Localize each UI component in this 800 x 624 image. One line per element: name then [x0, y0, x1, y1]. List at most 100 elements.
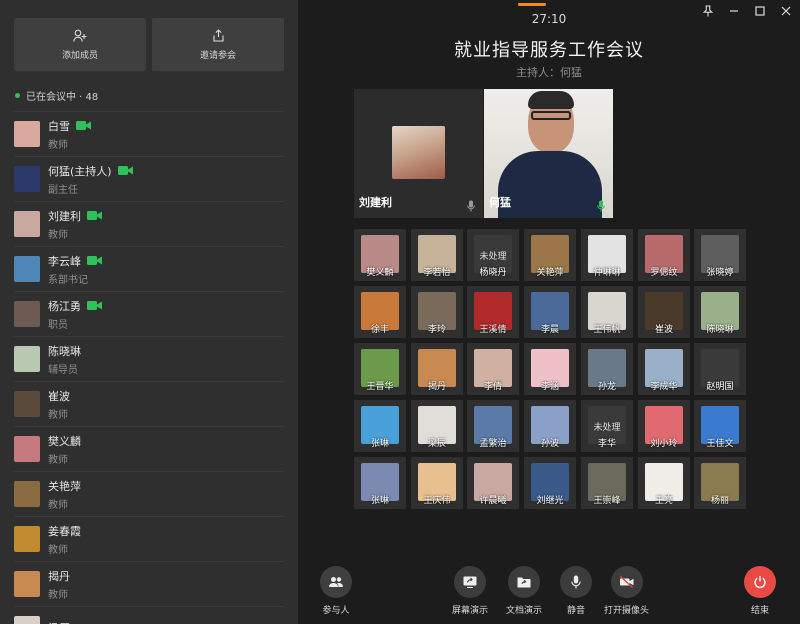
participant-tile[interactable]: 樊义麟 [354, 229, 406, 281]
in-meeting-count: 已在会议中 · 48 [26, 92, 99, 103]
participant-tile[interactable]: 未处理 杨晓丹 [467, 229, 519, 281]
participant-tile[interactable]: 徐丰 [354, 286, 406, 338]
member-row[interactable]: 揭丹 教师 [14, 561, 284, 606]
avatar [14, 121, 40, 147]
mute-button[interactable]: 静音 [560, 566, 592, 616]
participant-name: 张琳 [370, 439, 389, 449]
video-camera-icon [87, 211, 102, 220]
participant-tile[interactable]: 罗偲纹 [638, 229, 690, 281]
participant-tile[interactable]: 赵明国 [694, 343, 746, 395]
invite-button[interactable]: 邀请参会 [152, 18, 284, 71]
member-role: 系部书记 [48, 274, 88, 286]
participant-name: 仲琳琳 [593, 268, 621, 278]
member-list: 白雪 教师 何猛(主持人) 副主任刘建利 教师李云峰 系部书记 杨江勇 职员 陈晓琳 辅导员 崔波教… [14, 111, 284, 624]
participant-tile[interactable]: 张琳 [354, 400, 406, 452]
member-row[interactable]: 杨江勇 职员 [14, 291, 284, 336]
participant-name: 揭丹 [427, 382, 446, 392]
participant-tile[interactable]: 李涵 [524, 343, 576, 395]
end-meeting-button[interactable]: 结束 [744, 566, 776, 616]
minimize-icon[interactable] [728, 5, 740, 17]
member-row[interactable]: 李云峰 系部书记 [14, 246, 284, 291]
participant-tile[interactable]: 刘继光 [524, 457, 576, 509]
unhandled-label: 未处理 [593, 423, 621, 433]
participant-tile[interactable]: 张晓婷 [694, 229, 746, 281]
participants-button[interactable]: 参与人 [320, 566, 352, 616]
member-role: 辅导员 [48, 364, 78, 376]
member-info: 梁辰 [48, 620, 70, 624]
participant-tile[interactable]: 李玲 [411, 286, 463, 338]
speaker-view-liujianli[interactable]: 刘建利 [354, 89, 483, 218]
participant-tile[interactable]: 李倩 [467, 343, 519, 395]
member-role: 教师 [48, 409, 68, 421]
participant-tile[interactable]: 李晨 [524, 286, 576, 338]
member-role: 教师 [48, 544, 68, 556]
meeting-toolbar: 参与人 屏幕演示 文档演示 静音 打开摄像头 结束 [298, 560, 800, 624]
camera-label: 打开摄像头 [604, 606, 650, 616]
member-row[interactable]: 刘建利 教师 [14, 201, 284, 246]
member-name: 杨江勇 [48, 299, 81, 313]
participant-tile[interactable]: 孟繁治 [467, 400, 519, 452]
participant-name: 李成华 [650, 382, 678, 392]
speaker-name: 何猛 [489, 196, 511, 209]
participant-tile[interactable]: 关艳萍 [524, 229, 576, 281]
participant-tile[interactable]: 王亮 [638, 457, 690, 509]
participant-tile[interactable]: 孙波 [524, 400, 576, 452]
member-row[interactable]: 姜春霞 教师 [14, 516, 284, 561]
member-name-row: 揭丹 [48, 568, 70, 584]
drag-handle[interactable] [518, 3, 546, 6]
maximize-icon[interactable] [754, 5, 766, 17]
participant-tile[interactable]: 王崇峰 [581, 457, 633, 509]
avatar [14, 256, 40, 282]
member-row[interactable]: 梁辰 [14, 606, 284, 624]
participant-name: 张晓婷 [706, 268, 734, 278]
camera-button[interactable]: 打开摄像头 [604, 566, 649, 616]
window-controls [702, 5, 792, 17]
participant-name: 许晨曦 [479, 496, 507, 506]
member-row[interactable]: 樊义麟 教师 [14, 426, 284, 471]
participant-grid: 樊义麟 李若怡 未处理 杨晓丹 关艳萍仲琳琳 罗偲纹张晓婷徐丰李玲 王溪倩 李晨 王伟帆 崔波 陈晓… [354, 229, 746, 521]
participant-tile[interactable]: 崔波 [638, 286, 690, 338]
screen-share-button[interactable]: 屏幕演示 [452, 566, 488, 616]
avatar [14, 616, 40, 624]
participant-tile[interactable]: 王庆伟 [411, 457, 463, 509]
camera-off-icon [610, 566, 643, 598]
participant-tile[interactable]: 王伟帆 [581, 286, 633, 338]
speaker-view-hemeng[interactable]: 何猛 [484, 89, 613, 218]
add-member-label: 添加成员 [61, 50, 98, 61]
participant-tile[interactable]: 王佳文 [694, 400, 746, 452]
participant-tile[interactable]: 王晋华 [354, 343, 406, 395]
participant-tile[interactable]: 王溪倩 [467, 286, 519, 338]
participant-tile[interactable]: 未处理 李华 [581, 400, 633, 452]
member-info: 刘建利 教师 [48, 208, 102, 241]
panel-actions: 添加成员 邀请参会 [14, 18, 284, 71]
participant-tile[interactable]: 揭丹 [411, 343, 463, 395]
avatar [14, 571, 40, 597]
member-role: 教师 [48, 589, 68, 601]
participant-tile[interactable]: 杨丽 [694, 457, 746, 509]
participant-tile[interactable]: 梁辰 [411, 400, 463, 452]
add-member-button[interactable]: 添加成员 [14, 18, 146, 71]
participant-name: 李倩 [483, 382, 502, 392]
add-user-icon [72, 29, 88, 43]
video-camera-icon [87, 256, 102, 265]
close-icon[interactable] [780, 5, 792, 17]
member-row[interactable]: 何猛(主持人) 副主任 [14, 156, 284, 201]
member-name-row: 樊义麟 [48, 433, 81, 449]
member-row[interactable]: 关艳萍 教师 [14, 471, 284, 516]
participant-tile[interactable]: 刘小玲 [638, 400, 690, 452]
participant-tile[interactable]: 孙龙 [581, 343, 633, 395]
member-row[interactable]: 白雪 教师 [14, 111, 284, 156]
participant-tile[interactable]: 李成华 [638, 343, 690, 395]
member-row[interactable]: 崔波 教师 [14, 381, 284, 426]
participant-tile[interactable]: 李若怡 [411, 229, 463, 281]
participant-tile[interactable]: 许晨曦 [467, 457, 519, 509]
participant-name: 李玲 [427, 325, 446, 335]
screen-share-icon [454, 566, 486, 598]
member-row[interactable]: 陈晓琳 辅导员 [14, 336, 284, 381]
video-camera-icon [117, 166, 133, 175]
participant-tile[interactable]: 仲琳琳 [581, 229, 633, 281]
doc-share-button[interactable]: 文档演示 [506, 566, 542, 616]
participant-tile[interactable]: 陈晓琳 [694, 286, 746, 338]
participant-tile[interactable]: 张琳 [354, 457, 406, 509]
pin-icon[interactable] [702, 5, 714, 17]
